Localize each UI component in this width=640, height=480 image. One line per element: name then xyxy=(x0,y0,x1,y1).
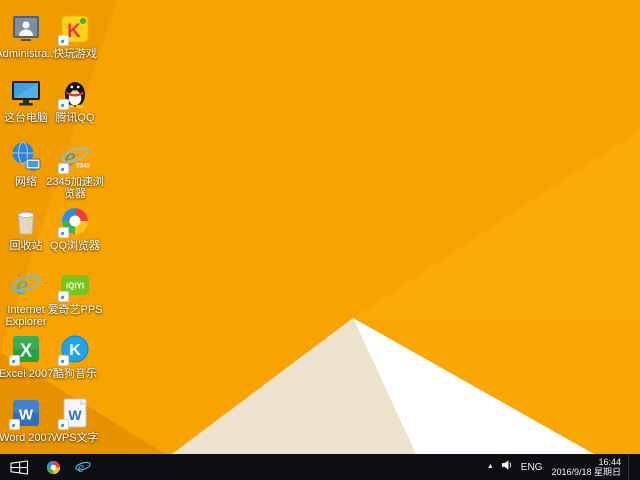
shortcut-arrow-icon xyxy=(9,419,20,430)
svg-text:iQIYI: iQIYI xyxy=(66,282,84,291)
start-button[interactable] xyxy=(0,454,38,480)
taskbar-internet-explorer-button[interactable]: e xyxy=(68,454,98,480)
taskbar: e ▲ ENG 16:44 2016/9/18 星期日 xyxy=(0,454,640,480)
desktop-icon-qq-browser[interactable]: QQ浏览器 xyxy=(42,204,108,252)
desktop-icon-tencent-qq[interactable]: 腾讯QQ xyxy=(42,76,108,124)
svg-text:K: K xyxy=(69,342,81,359)
clock-time: 16:44 xyxy=(598,457,621,467)
taskbar-clock[interactable]: 16:44 2016/9/18 星期日 xyxy=(549,457,621,477)
administrator-icon xyxy=(9,12,43,46)
internet-explorer-icon: e xyxy=(9,268,43,302)
show-desktop-button[interactable] xyxy=(628,454,634,480)
desktop-icon-iqiyi-pps[interactable]: iQIYI 爱奇艺PPS xyxy=(42,268,108,316)
this-pc-icon xyxy=(9,76,43,110)
icon-label: 2345加速浏览器 xyxy=(46,176,104,200)
svg-text:W: W xyxy=(19,407,34,424)
network-icon xyxy=(9,140,43,174)
desktop-icon-wps-writer[interactable]: W WPS文字 xyxy=(42,396,108,444)
system-tray: ▲ ENG 16:44 2016/9/18 星期日 xyxy=(487,454,640,480)
icon-label: QQ浏览器 xyxy=(49,240,101,252)
svg-text:e: e xyxy=(16,270,28,300)
clock-date: 2016/9/18 星期日 xyxy=(551,467,621,477)
windows-logo-icon xyxy=(10,459,29,475)
shortcut-arrow-icon xyxy=(58,163,69,174)
shortcut-arrow-icon xyxy=(58,227,69,238)
qq-browser-icon xyxy=(58,204,92,238)
desktop-icon-2345-browser[interactable]: e 2345 2345加速浏览器 xyxy=(42,140,108,200)
iqiyi-icon: iQIYI xyxy=(58,268,92,302)
icon-label: 酷狗音乐 xyxy=(53,368,97,380)
svg-text:W: W xyxy=(68,407,82,423)
shortcut-arrow-icon xyxy=(58,355,69,366)
icon-label: WPS文字 xyxy=(51,432,99,444)
word-icon: W xyxy=(9,396,43,430)
qq-penguin-icon xyxy=(58,76,92,110)
icon-label: 腾讯QQ xyxy=(55,112,95,124)
shortcut-arrow-icon xyxy=(58,419,69,430)
svg-text:X: X xyxy=(20,341,32,361)
internet-explorer-icon: e xyxy=(75,460,91,476)
2345-browser-icon: e 2345 xyxy=(58,140,92,174)
shortcut-arrow-icon xyxy=(58,99,69,110)
qq-browser-icon xyxy=(46,460,60,474)
svg-text:2345: 2345 xyxy=(76,163,90,169)
svg-text:K: K xyxy=(67,21,81,42)
icon-label: 快玩游戏 xyxy=(53,48,97,60)
kugou-icon: K xyxy=(58,332,92,366)
recycle-bin-icon xyxy=(9,204,43,238)
speaker-icon xyxy=(501,460,511,470)
show-hidden-icons-button[interactable]: ▲ xyxy=(487,454,494,480)
shortcut-arrow-icon xyxy=(58,291,69,302)
volume-button[interactable] xyxy=(501,458,514,476)
svg-text:e: e xyxy=(78,460,85,476)
excel-icon: X xyxy=(9,332,43,366)
shortcut-arrow-icon xyxy=(58,35,69,46)
icon-label: 爱奇艺PPS xyxy=(47,304,103,316)
kuaiwan-games-icon: K xyxy=(58,12,92,46)
taskbar-qq-browser-button[interactable] xyxy=(38,454,68,480)
wps-writer-icon: W xyxy=(58,396,92,430)
desktop-icon-kuaiwan-games[interactable]: K 快玩游戏 xyxy=(42,12,108,60)
shortcut-arrow-icon xyxy=(9,355,20,366)
desktop: Administra... 这台电脑 网络 回收站 e Internet Exp… xyxy=(0,0,640,480)
language-indicator[interactable]: ENG xyxy=(521,462,543,473)
desktop-icon-kugou-music[interactable]: K 酷狗音乐 xyxy=(42,332,108,380)
